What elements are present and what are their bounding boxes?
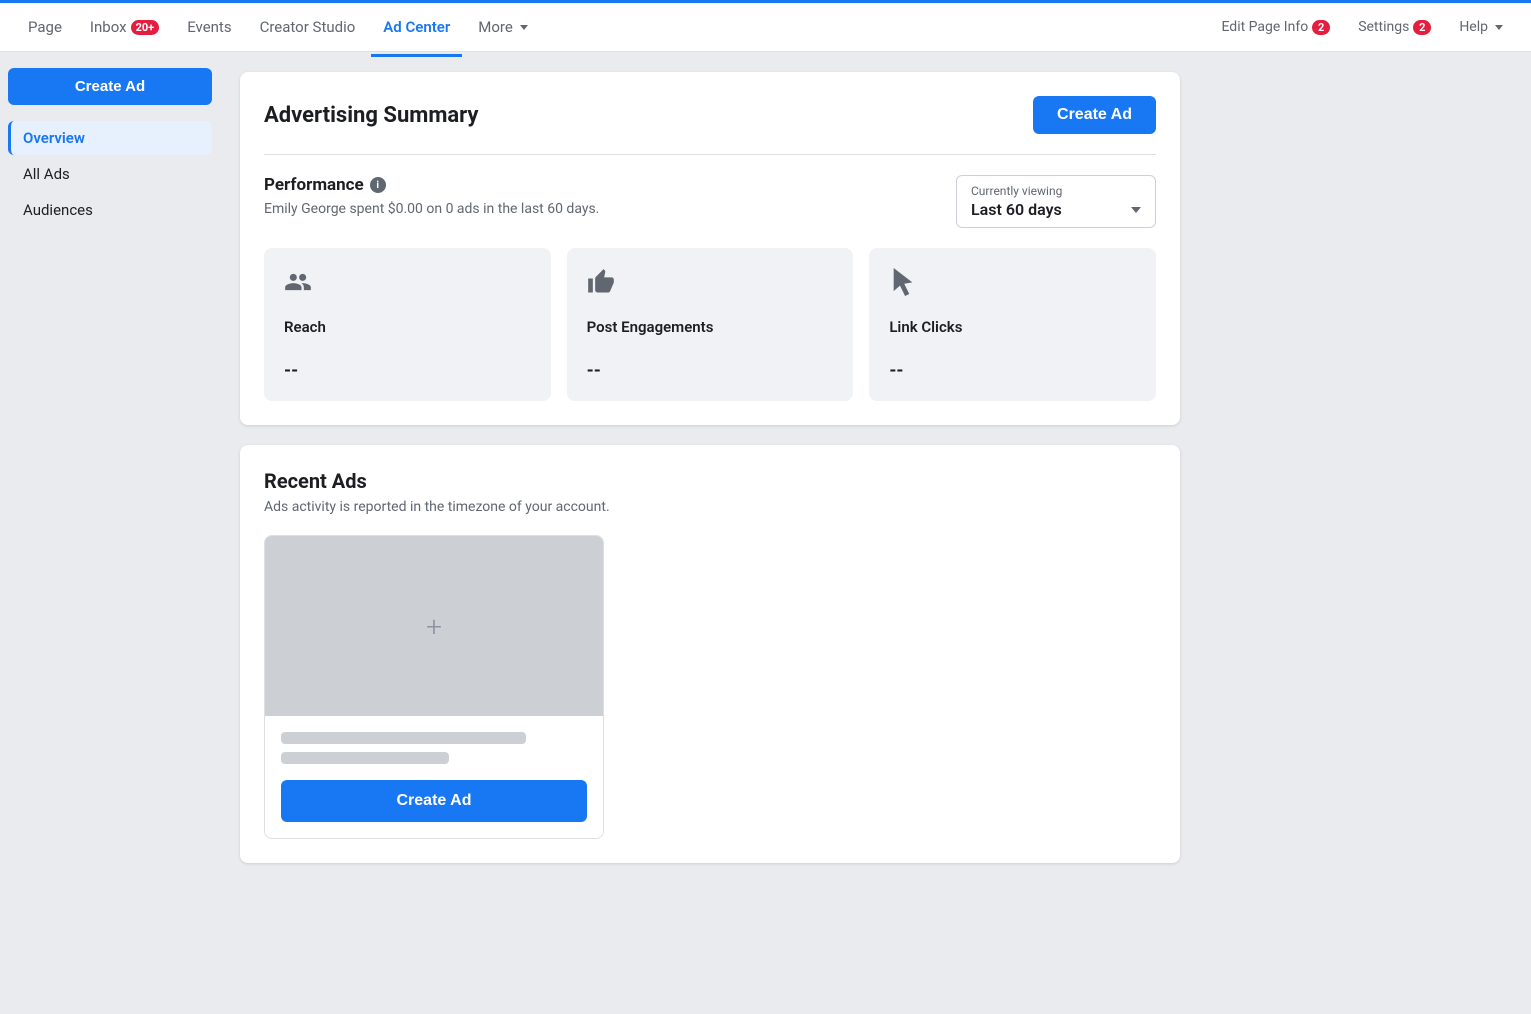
nav-item-inbox[interactable]: Inbox 20+ <box>78 10 171 44</box>
nav-item-page[interactable]: Page <box>16 10 74 44</box>
recent-ads-card: Recent Ads Ads activity is reported in t… <box>240 445 1180 863</box>
performance-title-row: Performance i <box>264 175 599 195</box>
card-header: Advertising Summary Create Ad <box>264 96 1156 134</box>
viewing-value-row: Last 60 days <box>971 200 1141 219</box>
header-create-ad-button[interactable]: Create Ad <box>1033 96 1156 134</box>
advertising-summary-title: Advertising Summary <box>264 103 478 128</box>
viewing-label: Currently viewing <box>971 184 1141 198</box>
main-content: Advertising Summary Create Ad Performanc… <box>220 52 1200 1014</box>
edit-page-info-badge: 2 <box>1312 20 1330 35</box>
recent-ads-title: Recent Ads <box>264 469 1156 493</box>
sidebar: Create Ad Overview All Ads Audiences <box>0 52 220 1014</box>
placeholder-line-short <box>281 752 449 764</box>
performance-subtitle: Emily George spent $0.00 on 0 ads in the… <box>264 201 599 217</box>
performance-info: Performance i Emily George spent $0.00 o… <box>264 175 599 217</box>
top-nav: Page Inbox 20+ Events Creator Studio Ad … <box>0 0 1531 52</box>
reach-icon <box>284 268 531 310</box>
nav-item-events[interactable]: Events <box>175 10 243 44</box>
metric-card-post-engagements: Post Engagements -- <box>567 248 854 401</box>
settings-badge: 2 <box>1413 20 1431 35</box>
sidebar-item-all-ads[interactable]: All Ads <box>8 157 212 191</box>
performance-header: Performance i Emily George spent $0.00 o… <box>264 175 1156 228</box>
ad-placeholder-card: + Create Ad <box>264 535 604 839</box>
ad-placeholder-image: + <box>265 536 603 716</box>
page-layout: Create Ad Overview All Ads Audiences Adv… <box>0 52 1531 1014</box>
cursor-icon <box>889 268 1136 310</box>
metrics-grid: Reach -- Post Engagements -- <box>264 248 1156 401</box>
advertising-summary-card: Advertising Summary Create Ad Performanc… <box>240 72 1180 425</box>
nav-right: Edit Page Info 2 Settings 2 Help <box>1209 11 1515 43</box>
sidebar-create-ad-button[interactable]: Create Ad <box>8 68 212 105</box>
sidebar-item-overview[interactable]: Overview <box>8 121 212 155</box>
inbox-badge: 20+ <box>131 20 160 35</box>
more-chevron-icon <box>520 25 528 30</box>
ad-card-create-button[interactable]: Create Ad <box>281 780 587 822</box>
post-engagements-label: Post Engagements <box>587 318 834 336</box>
nav-item-settings[interactable]: Settings 2 <box>1346 11 1443 43</box>
post-engagements-value: -- <box>587 360 834 381</box>
placeholder-line-long <box>281 732 526 744</box>
help-chevron-icon <box>1495 25 1503 30</box>
metric-card-reach: Reach -- <box>264 248 551 401</box>
reach-label: Reach <box>284 318 531 336</box>
ad-placeholder-content: Create Ad <box>265 716 603 838</box>
reach-value: -- <box>284 360 531 381</box>
nav-item-help[interactable]: Help <box>1447 11 1515 43</box>
thumbsup-icon <box>587 268 834 310</box>
metric-card-link-clicks: Link Clicks -- <box>869 248 1156 401</box>
link-clicks-label: Link Clicks <box>889 318 1136 336</box>
link-clicks-value: -- <box>889 360 1136 381</box>
nav-item-ad-center[interactable]: Ad Center <box>371 10 462 44</box>
viewing-chevron-icon <box>1131 207 1141 213</box>
plus-icon: + <box>426 610 442 643</box>
nav-item-creator-studio[interactable]: Creator Studio <box>248 10 368 44</box>
nav-item-edit-page-info[interactable]: Edit Page Info 2 <box>1209 11 1342 43</box>
sidebar-item-audiences[interactable]: Audiences <box>8 193 212 227</box>
recent-ads-subtitle: Ads activity is reported in the timezone… <box>264 499 1156 515</box>
divider <box>264 154 1156 155</box>
nav-item-more[interactable]: More <box>466 10 540 44</box>
performance-title: Performance <box>264 175 364 195</box>
viewing-dropdown[interactable]: Currently viewing Last 60 days <box>956 175 1156 228</box>
info-icon[interactable]: i <box>370 177 386 193</box>
viewing-value: Last 60 days <box>971 200 1062 219</box>
nav-left: Page Inbox 20+ Events Creator Studio Ad … <box>16 10 1209 44</box>
